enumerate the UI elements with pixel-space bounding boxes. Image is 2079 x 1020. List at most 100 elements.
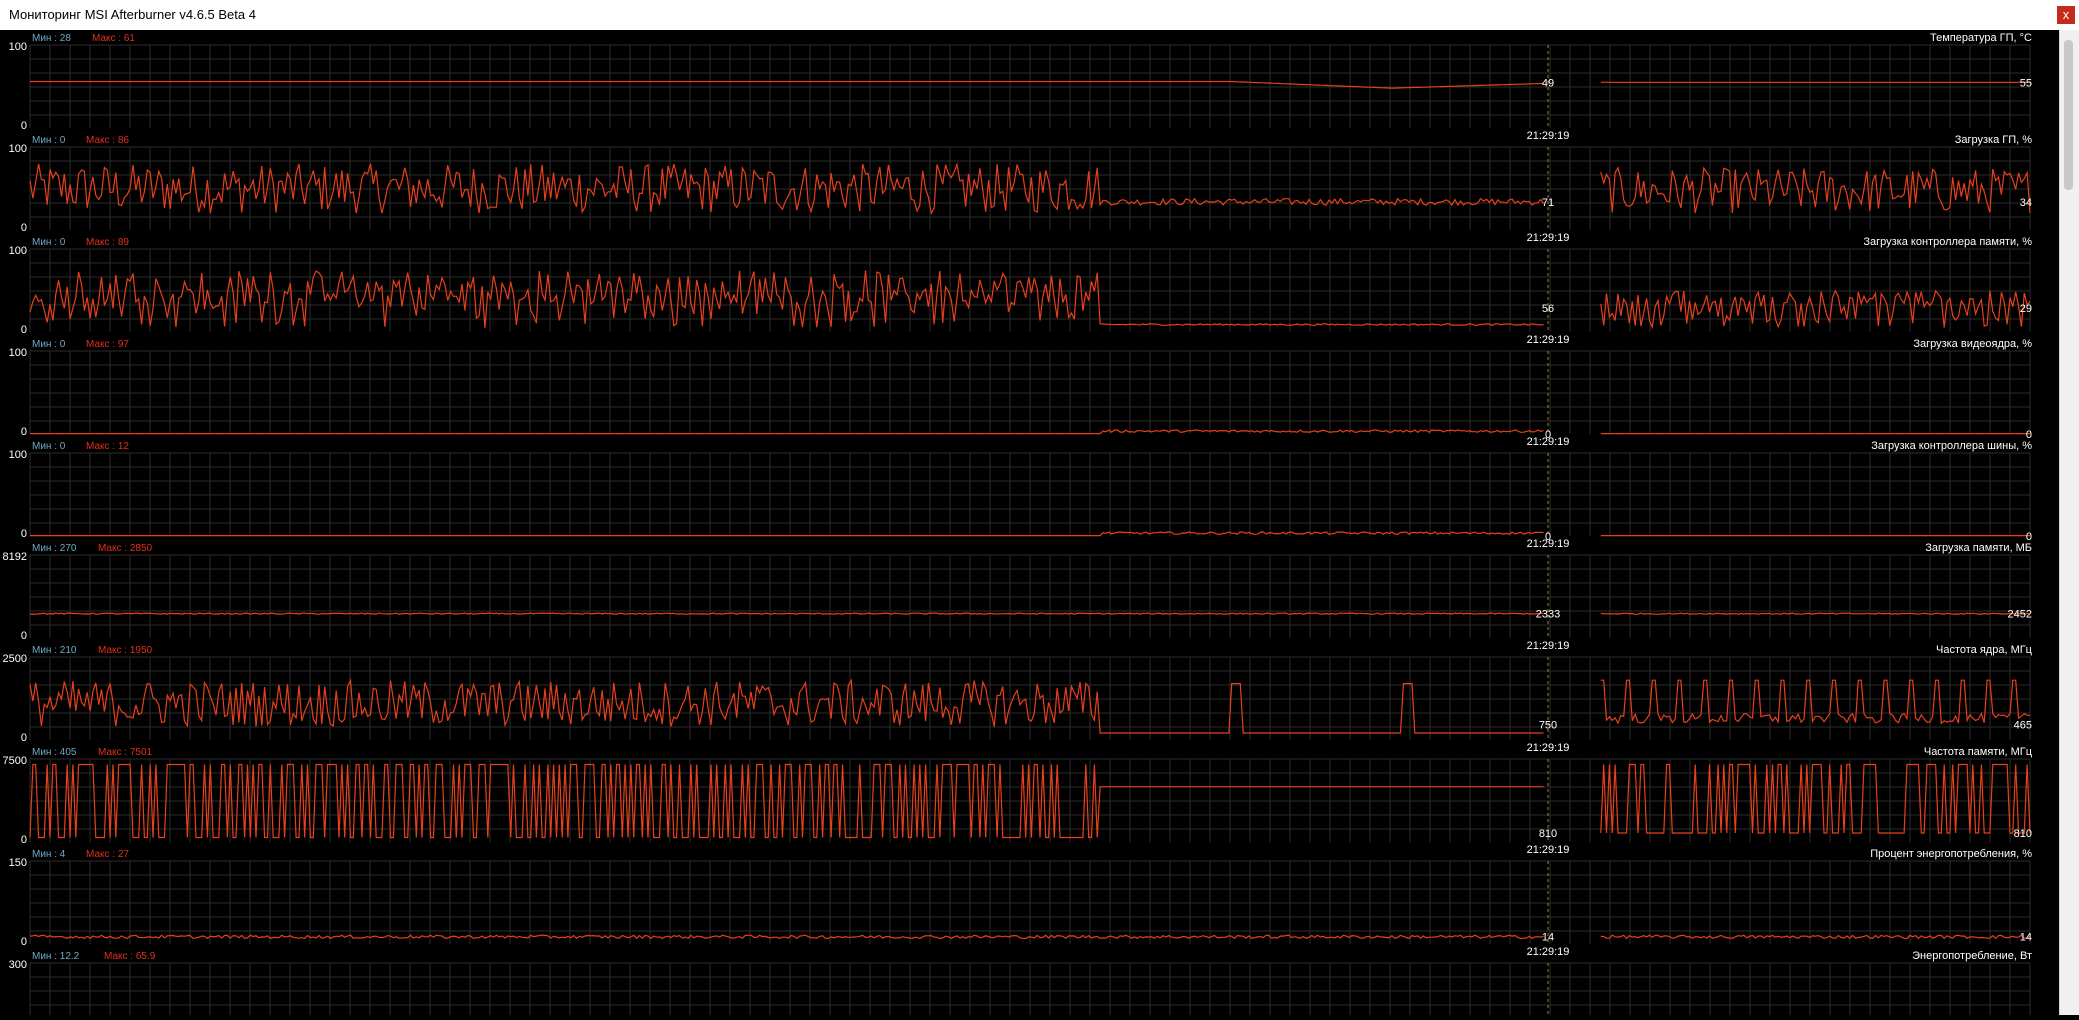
cursor-value: 14 xyxy=(1542,931,1554,943)
y-axis-min: 0 xyxy=(21,426,27,438)
graph-panel[interactable]: Мин : 4 Макс : 27 Процент энергопотреблени… xyxy=(9,848,2033,958)
graph-grid xyxy=(29,962,2031,1020)
graph-title: Частота ядра, МГц xyxy=(1936,644,2033,656)
current-value: 2452 xyxy=(2008,609,2032,621)
title-bar[interactable]: Мониторинг MSI Afterburner v4.6.5 Beta 4… xyxy=(0,0,2079,31)
cursor-time-label: 21:29:19 xyxy=(1527,946,1570,958)
y-axis-max: 300 xyxy=(9,959,27,971)
current-value: 34 xyxy=(2020,197,2032,209)
min-label: Мин : 210 xyxy=(32,645,77,656)
cursor-value: 56 xyxy=(1542,303,1554,315)
max-label: Макс : 65.9 xyxy=(104,951,156,962)
series-line xyxy=(1600,934,2031,940)
series-line xyxy=(1600,289,2031,330)
graph-panel[interactable]: Мин : 405 Макс : 7501 Частота памяти, МГц 7… xyxy=(3,746,2033,856)
series-line xyxy=(29,934,1544,940)
graph-panel[interactable]: Мин : 12.2 Макс : 65.9 Энергопотребление, … xyxy=(9,950,2032,1020)
min-label: Мин : 4 xyxy=(32,849,66,860)
series-line xyxy=(30,429,1544,435)
y-axis-max: 150 xyxy=(9,857,27,869)
y-axis-min: 0 xyxy=(21,630,27,642)
series-line xyxy=(1600,763,2031,834)
afterburner-monitor-window: Мониторинг MSI Afterburner v4.6.5 Beta 4… xyxy=(0,0,2079,1020)
y-axis-max: 100 xyxy=(9,347,27,359)
min-label: Мин : 0 xyxy=(32,339,66,350)
min-label: Мин : 12.2 xyxy=(32,951,80,962)
current-value: 465 xyxy=(2014,720,2032,732)
min-label: Мин : 0 xyxy=(32,135,66,146)
series-line xyxy=(1600,679,2030,725)
y-axis-max: 2500 xyxy=(3,653,27,665)
graph-title: Энергопотребление, Вт xyxy=(1912,950,2032,962)
max-label: Макс : 61 xyxy=(92,33,135,44)
y-axis-min: 0 xyxy=(21,936,27,948)
series-line xyxy=(29,162,1545,215)
max-label: Макс : 27 xyxy=(86,849,129,860)
current-value: 55 xyxy=(2020,77,2032,89)
graph-title: Загрузка контроллера шины, % xyxy=(1871,440,2032,452)
series-line xyxy=(30,531,1544,537)
max-label: Макс : 97 xyxy=(86,339,129,350)
graph-panel[interactable]: Мин : 0 Макс : 97 Загрузка видеоядра, % 100… xyxy=(9,338,2033,448)
max-label: Макс : 86 xyxy=(86,135,129,146)
max-label: Макс : 1950 xyxy=(98,645,153,656)
y-axis-min: 0 xyxy=(21,222,27,234)
series-line xyxy=(1600,612,2031,615)
y-axis-min: 0 xyxy=(21,120,27,132)
min-label: Мин : 0 xyxy=(32,441,66,452)
graph-grid xyxy=(29,656,2031,740)
graph-title: Температура ГП, °C xyxy=(1930,32,2032,44)
cursor-time-label: 21:29:19 xyxy=(1527,436,1570,448)
graph-grid xyxy=(29,350,2031,434)
graph-grid xyxy=(29,44,2031,128)
graph-panel[interactable]: Мин : 0 Макс : 89 Загрузка контроллера пам… xyxy=(9,236,2033,346)
max-label: Макс : 12 xyxy=(86,441,129,452)
current-value: 810 xyxy=(2014,828,2032,840)
y-axis-max: 100 xyxy=(9,143,27,155)
y-axis-max: 100 xyxy=(9,449,27,461)
graph-title: Частота памяти, МГц xyxy=(1924,746,2033,758)
graph-panel[interactable]: Мин : 0 Макс : 86 Загрузка ГП, % 100 0 71 34 21… xyxy=(9,134,2033,244)
graph-title: Процент энергопотребления, % xyxy=(1870,848,2032,860)
graph-panel[interactable]: Мин : 210 Макс : 1950 Частота ядра, МГц 250… xyxy=(3,644,2033,754)
max-label: Макс : 89 xyxy=(86,237,129,248)
series-line xyxy=(29,612,1544,615)
y-axis-max: 100 xyxy=(9,41,27,53)
series-line xyxy=(29,678,1544,734)
graph-grid xyxy=(29,452,2031,536)
graph-panel[interactable]: Мин : 0 Макс : 12 Загрузка контроллера шин… xyxy=(9,440,2033,550)
cursor-time-label: 21:29:19 xyxy=(1527,844,1570,856)
cursor-value: 750 xyxy=(1539,720,1557,732)
graph-title: Загрузка памяти, МБ xyxy=(1925,542,2032,554)
min-label: Мин : 0 xyxy=(32,237,66,248)
y-axis-min: 0 xyxy=(21,732,27,744)
current-value: 29 xyxy=(2020,303,2032,315)
y-axis-max: 7500 xyxy=(3,755,27,767)
cursor-value: 810 xyxy=(1539,828,1557,840)
cursor-value: 2333 xyxy=(1536,609,1560,621)
max-label: Макс : 2850 xyxy=(98,543,153,554)
graph-grid xyxy=(29,860,2031,944)
monitoring-graphs: Мин : 28 Макс : 61 Температура ГП, °C 100 0 4… xyxy=(3,32,2033,1020)
scrollbar-thumb[interactable] xyxy=(2064,40,2073,190)
cursor-value: 49 xyxy=(1542,77,1554,89)
graph-panel[interactable]: Мин : 28 Макс : 61 Температура ГП, °C 100 0 4… xyxy=(9,32,2032,142)
cursor-time-label: 21:29:19 xyxy=(1527,640,1570,652)
cursor-value: 71 xyxy=(1542,197,1554,209)
vertical-scrollbar[interactable] xyxy=(2059,30,2079,1015)
y-axis-max: 100 xyxy=(9,245,27,257)
close-button[interactable]: x xyxy=(2057,6,2075,24)
y-axis-min: 0 xyxy=(21,324,27,336)
graph-panel[interactable]: Мин : 270 Макс : 2850 Загрузка памяти, МБ 8… xyxy=(3,542,2032,652)
min-label: Мин : 270 xyxy=(32,543,77,554)
cursor-time-label: 21:29:19 xyxy=(1527,538,1570,550)
cursor-time-label: 21:29:19 xyxy=(1527,334,1570,346)
graph-title: Загрузка контроллера памяти, % xyxy=(1863,236,2032,248)
cursor-time-label: 21:29:19 xyxy=(1527,742,1570,754)
graph-grid xyxy=(29,554,2031,638)
graph-title: Загрузка ГП, % xyxy=(1955,134,2033,146)
graph-area[interactable]: Мин : 28 Макс : 61 Температура ГП, °C 100 0 4… xyxy=(0,30,2060,1020)
current-value: 14 xyxy=(2020,931,2032,943)
y-axis-min: 0 xyxy=(21,528,27,540)
cursor-time-label: 21:29:19 xyxy=(1527,130,1570,142)
